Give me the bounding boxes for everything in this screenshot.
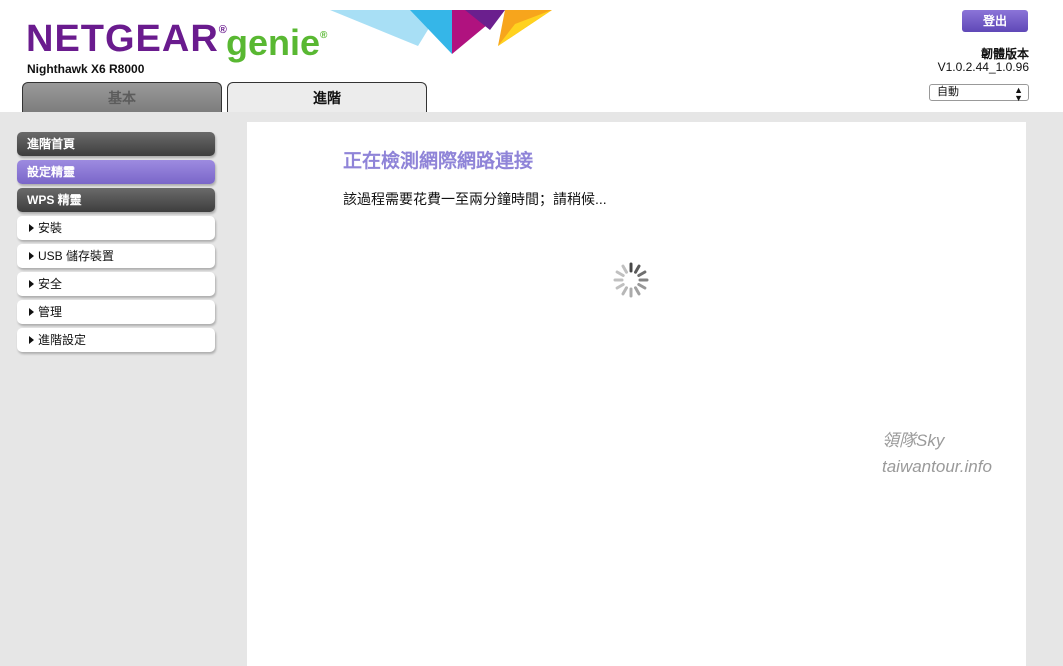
sidebar-item-label: 安全 [38,277,63,291]
sidebar-item-label: 進階首頁 [27,137,76,151]
sidebar-item-wps-wizard[interactable]: WPS 精靈 [17,188,215,212]
netgear-logo: NETGEAR® [26,18,228,61]
sidebar-item-setup-wizard[interactable]: 設定精靈 [17,160,215,184]
page-description: 該過程需要花費一至兩分鐘時間；請稍候... [343,191,607,207]
main-content: 正在檢測網際網路連接 該過程需要花費一至兩分鐘時間；請稍候... [247,122,1026,666]
language-select[interactable]: 自動 ▲ ▼ [929,84,1029,103]
expand-arrow-icon [29,307,34,316]
sidebar-item-security[interactable]: 安全 [17,272,215,296]
brand-text: NETGEAR [26,18,219,60]
sidebar-item-label: WPS 精靈 [27,193,82,207]
product-text: genie [226,22,321,63]
genie-logo: genie® [226,22,327,64]
expand-arrow-icon [29,251,34,260]
sidebar-item-label: 管理 [38,305,63,319]
sidebar: 進階首頁 設定精靈 WPS 精靈 安裝 USB 儲存裝置 安全 管理 進階設定 [17,132,215,356]
sidebar-item-usb-storage[interactable]: USB 儲存裝置 [17,244,215,268]
sidebar-item-setup[interactable]: 安裝 [17,216,215,240]
language-selected-value: 自動 [937,86,959,98]
sidebar-item-label: 安裝 [38,221,63,235]
select-arrows-icon: ▲ ▼ [1014,85,1023,103]
watermark-line2: taiwantour.info [882,457,992,476]
product-registered-mark: ® [320,30,328,41]
sidebar-item-label: USB 儲存裝置 [38,249,115,263]
sidebar-item-label: 進階設定 [38,333,87,347]
router-model: Nighthawk X6 R8000 [27,62,145,76]
sidebar-item-administration[interactable]: 管理 [17,300,215,324]
tab-basic[interactable]: 基本 [22,82,222,112]
watermark-line1: 領隊Sky [882,431,945,450]
expand-arrow-icon [29,335,34,344]
page-title: 正在檢測網際網路連接 [343,151,534,172]
watermark: 領隊Sky taiwantour.info [882,428,992,480]
router-admin-page: NETGEAR® genie® Nighthawk X6 R8000 登出 韌體… [0,0,1063,666]
tab-advanced[interactable]: 進階 [227,82,427,112]
expand-arrow-icon [29,223,34,232]
logout-button[interactable]: 登出 [962,10,1028,32]
sidebar-item-advanced-home[interactable]: 進階首頁 [17,132,215,156]
expand-arrow-icon [29,279,34,288]
header: NETGEAR® genie® Nighthawk X6 R8000 登出 韌體… [0,0,1063,112]
decorative-shapes-icon [330,10,552,54]
sidebar-item-label: 設定精靈 [27,165,76,179]
sidebar-item-advanced-setup[interactable]: 進階設定 [17,328,215,352]
firmware-version: V1.0.2.44_1.0.96 [937,60,1029,74]
loading-spinner-icon [613,262,649,298]
